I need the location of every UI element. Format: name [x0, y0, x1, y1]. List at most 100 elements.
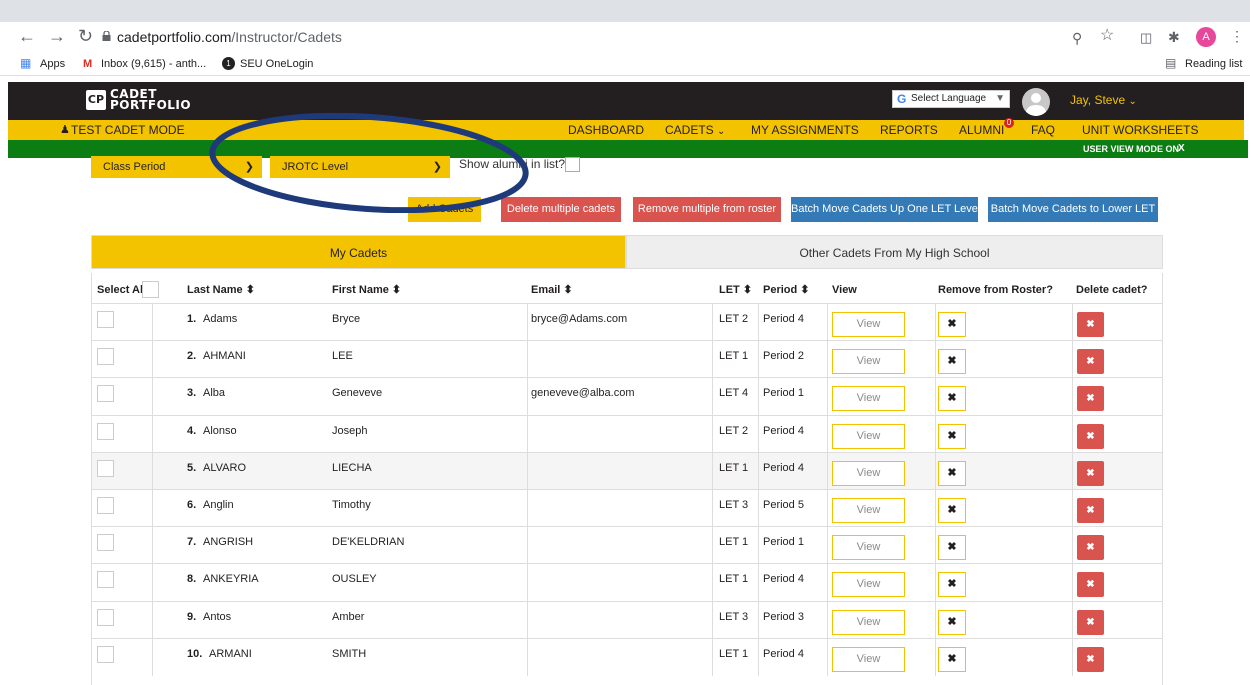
- view-button[interactable]: View: [832, 535, 905, 561]
- bookmark-reading-list[interactable]: Reading list: [1185, 58, 1242, 70]
- apps-grid-icon[interactable]: ▦: [20, 56, 31, 70]
- nav-dashboard[interactable]: DASHBOARD: [568, 123, 644, 137]
- app-header: CP CADET PORTFOLIO G Select Language ▼ J…: [8, 82, 1244, 120]
- row-checkbox[interactable]: [97, 534, 114, 552]
- delete-cadet-button[interactable]: ✖: [1077, 609, 1104, 635]
- extensions-puzzle-icon[interactable]: ✱: [1168, 27, 1180, 47]
- column-divider: [712, 304, 713, 341]
- header-email[interactable]: Email ⬍: [531, 273, 573, 303]
- url-field[interactable]: cadetportfolio.com/Instructor/Cadets: [117, 29, 342, 45]
- tab-my-cadets[interactable]: My Cadets: [91, 235, 626, 269]
- remove-from-roster-button[interactable]: ✖: [938, 535, 966, 561]
- view-button[interactable]: View: [832, 312, 905, 337]
- class-period-select[interactable]: Class Period ❯: [91, 156, 262, 178]
- jrotc-level-select[interactable]: JROTC Level ❯: [270, 156, 450, 178]
- header-first-name[interactable]: First Name ⬍: [332, 273, 401, 303]
- delete-cadet-button[interactable]: ✖: [1077, 460, 1104, 486]
- table-row: 7. ANGRISH DE'KELDRIAN LET 1 Period 1 View ✖ ✖: [92, 526, 1162, 565]
- nav-unit-worksheets[interactable]: UNIT WORKSHEETS: [1082, 123, 1198, 137]
- tab-other-cadets[interactable]: Other Cadets From My High School: [626, 235, 1163, 269]
- column-divider: [758, 638, 759, 676]
- remove-from-roster-button[interactable]: ✖: [938, 460, 966, 486]
- column-divider: [935, 527, 936, 565]
- column-divider: [758, 490, 759, 527]
- user-avatar[interactable]: [1022, 88, 1050, 116]
- remove-from-roster-button[interactable]: ✖: [938, 646, 966, 672]
- row-checkbox[interactable]: [97, 497, 114, 514]
- cell-period: Period 1: [763, 536, 804, 549]
- add-cadets-button[interactable]: Add Cadets: [408, 197, 481, 222]
- nav-reports[interactable]: REPORTS: [880, 123, 938, 137]
- column-divider: [935, 601, 936, 639]
- bookmark-inbox[interactable]: Inbox (9,615) - anth...: [101, 58, 206, 70]
- nav-cadets[interactable]: CADETS ⌄: [665, 123, 725, 137]
- nav-alumni[interactable]: ALUMNI: [959, 123, 1004, 137]
- view-button[interactable]: View: [832, 386, 905, 412]
- batch-move-down-button[interactable]: Batch Move Cadets to Lower LET: [988, 197, 1158, 222]
- browser-menu-icon[interactable]: ⋮: [1230, 26, 1244, 46]
- delete-cadet-button[interactable]: ✖: [1077, 423, 1104, 449]
- batch-move-up-button[interactable]: Batch Move Cadets Up One LET Level: [791, 197, 980, 222]
- extension-shield-icon[interactable]: ◫: [1140, 28, 1152, 48]
- row-number: 5.: [187, 461, 197, 474]
- zoom-icon[interactable]: ⚲: [1072, 28, 1082, 48]
- column-divider: [758, 304, 759, 341]
- bookmark-star-icon[interactable]: ☆: [1100, 26, 1114, 46]
- delete-cadet-button[interactable]: ✖: [1077, 535, 1104, 561]
- remove-from-roster-button[interactable]: ✖: [938, 386, 966, 412]
- row-checkbox[interactable]: [97, 608, 114, 626]
- remove-from-roster-button[interactable]: ✖: [938, 609, 966, 635]
- profile-avatar[interactable]: A: [1196, 27, 1216, 47]
- header-period[interactable]: Period ⬍: [763, 273, 810, 303]
- row-checkbox[interactable]: [97, 385, 114, 403]
- delete-cadet-button[interactable]: ✖: [1077, 312, 1104, 337]
- cell-first-name: LIECHA: [332, 461, 372, 474]
- user-menu[interactable]: Jay, Steve ⌄: [1070, 93, 1137, 107]
- forward-icon[interactable]: →: [48, 26, 66, 46]
- test-cadet-mode[interactable]: TEST CADET MODE: [71, 123, 185, 137]
- header-let[interactable]: LET ⬍: [719, 273, 752, 303]
- remove-from-roster-button[interactable]: ✖: [938, 572, 966, 598]
- delete-cadet-button[interactable]: ✖: [1077, 572, 1104, 598]
- nav-faq[interactable]: FAQ: [1031, 123, 1055, 137]
- delete-cadet-button[interactable]: ✖: [1077, 349, 1104, 375]
- bookmark-apps[interactable]: Apps: [40, 58, 65, 70]
- view-button[interactable]: View: [832, 609, 905, 635]
- back-icon[interactable]: ←: [18, 26, 36, 46]
- row-checkbox[interactable]: [97, 645, 114, 663]
- remove-from-roster-button[interactable]: ✖: [938, 349, 966, 375]
- column-divider: [527, 601, 528, 639]
- column-divider: [1072, 452, 1073, 490]
- delete-cadet-button[interactable]: ✖: [1077, 646, 1104, 672]
- language-select[interactable]: G Select Language ▼: [892, 90, 1010, 108]
- reload-icon[interactable]: ↻: [78, 26, 93, 46]
- remove-multiple-button[interactable]: Remove multiple from roster: [633, 197, 781, 222]
- view-button[interactable]: View: [832, 572, 905, 598]
- view-button[interactable]: View: [832, 460, 905, 486]
- cell-first-name: Joseph: [332, 424, 368, 437]
- select-all-checkbox[interactable]: [142, 281, 159, 298]
- delete-cadet-button[interactable]: ✖: [1077, 386, 1104, 412]
- delete-multiple-button[interactable]: Delete multiple cadets: [501, 197, 621, 222]
- user-icon: ♟: [60, 124, 70, 136]
- header-last-name[interactable]: Last Name ⬍: [187, 273, 255, 303]
- view-button[interactable]: View: [832, 498, 905, 523]
- reading-list-icon: ▤: [1165, 56, 1177, 70]
- nav-my-assignments[interactable]: MY ASSIGNMENTS: [751, 123, 859, 137]
- row-checkbox[interactable]: [97, 348, 114, 366]
- remove-from-roster-button[interactable]: ✖: [938, 423, 966, 449]
- row-checkbox[interactable]: [97, 571, 114, 589]
- row-checkbox[interactable]: [97, 459, 114, 477]
- remove-from-roster-button[interactable]: ✖: [938, 312, 966, 337]
- row-checkbox[interactable]: [97, 311, 114, 328]
- view-mode-close[interactable]: X: [1178, 143, 1185, 154]
- remove-from-roster-button[interactable]: ✖: [938, 498, 966, 523]
- bookmark-seu[interactable]: SEU OneLogin: [240, 58, 313, 70]
- row-checkbox[interactable]: [97, 422, 114, 440]
- delete-cadet-button[interactable]: ✖: [1077, 498, 1104, 523]
- column-divider: [827, 527, 828, 565]
- view-button[interactable]: View: [832, 349, 905, 375]
- view-button[interactable]: View: [832, 423, 905, 449]
- show-alumni-checkbox[interactable]: [565, 157, 580, 172]
- view-button[interactable]: View: [832, 646, 905, 672]
